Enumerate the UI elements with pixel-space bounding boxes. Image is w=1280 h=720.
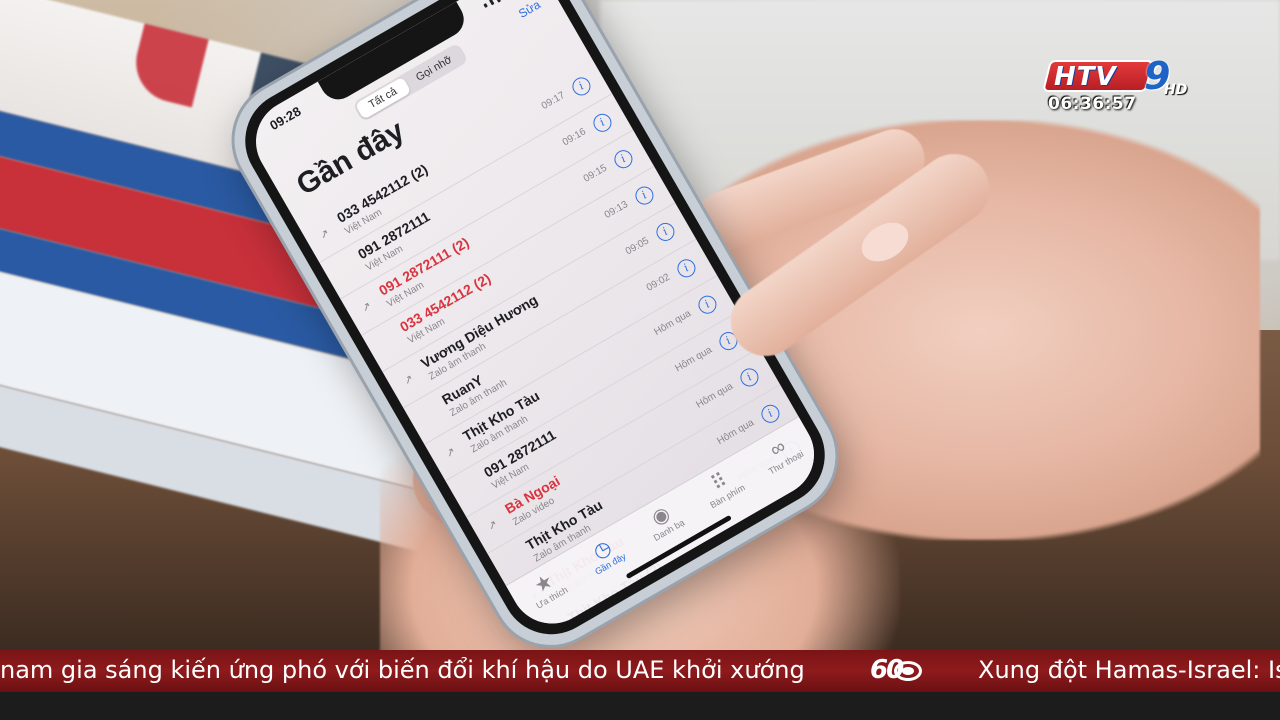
outgoing-call-icon: ↗ bbox=[359, 299, 374, 315]
signal-icon bbox=[483, 3, 488, 8]
ticker-headline: nam gia sáng kiến ứng phó với biến đổi k… bbox=[0, 656, 805, 684]
ticker-bottom-bar bbox=[0, 692, 1280, 720]
ring-icon bbox=[894, 661, 922, 681]
outgoing-call-icon: ↗ bbox=[443, 445, 458, 461]
ticker-separator-badge: 60 bbox=[870, 655, 926, 687]
logo-hd: HD bbox=[1164, 82, 1188, 98]
ticker-headline: Xung đột Hamas-Israel: Is bbox=[978, 656, 1280, 684]
news-ticker: nam gia sáng kiến ứng phó với biến đổi k… bbox=[0, 650, 1280, 692]
outgoing-call-icon: ↗ bbox=[485, 518, 500, 534]
signal-icon bbox=[488, 0, 495, 6]
outgoing-call-icon: ↗ bbox=[401, 372, 416, 388]
status-time: 09:28 bbox=[267, 103, 304, 134]
logo-text: HTV bbox=[1054, 62, 1117, 92]
signal-icon bbox=[494, 0, 502, 3]
outgoing-call-icon: ↗ bbox=[317, 227, 332, 243]
edit-button[interactable]: Sửa bbox=[516, 0, 543, 21]
broadcast-clock: 06:36:57 bbox=[1048, 94, 1137, 114]
